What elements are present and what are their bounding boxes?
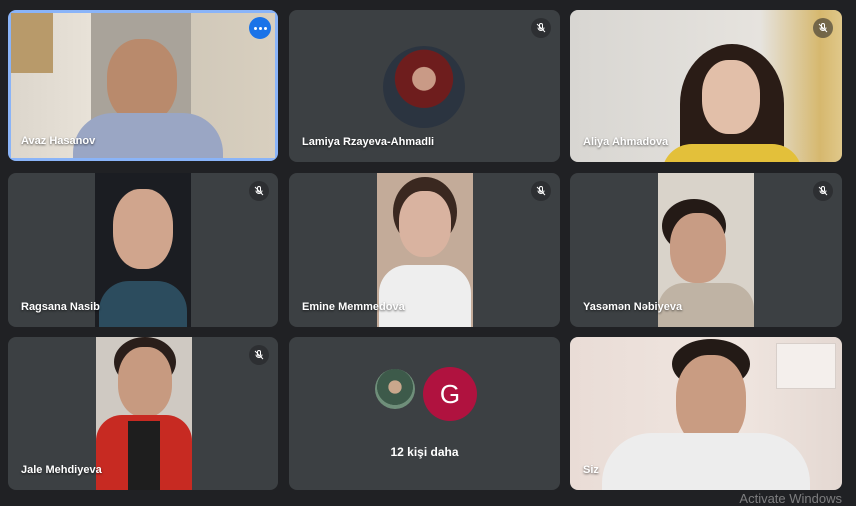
person-head [670,213,726,283]
participant-name: Emine Memmedova [302,301,405,313]
person-top [99,281,187,327]
person-head [702,60,760,134]
participant-tile-yasemen[interactable]: Yasəmən Nəbiyeva [570,173,842,327]
participant-tile-lamiya[interactable]: Lamiya Rzayeva-Ahmadli [289,10,560,162]
person-shirt [73,113,223,158]
wall-calendar [776,343,836,389]
participant-tile-jale[interactable]: Jale Mehdiyeva [8,337,278,490]
participant-tile-avaz-hasanov[interactable]: Avaz Hasanov [8,10,278,161]
windows-activation-watermark: Activate Windows [739,491,842,506]
participant-avatar [383,46,465,128]
participant-name: Siz [583,464,599,476]
participant-name: Avaz Hasanov [21,135,96,147]
participant-tile-aliya[interactable]: Aliya Ahmadova [570,10,842,162]
participant-tile-self[interactable]: Siz [570,337,842,490]
mic-off-icon [531,181,551,201]
person-shirt [379,265,471,327]
overflow-participants-tile[interactable]: G 12 kişi daha [289,337,560,490]
participant-video [95,173,191,327]
participant-name: Yasəmən Nəbiyeva [583,301,683,313]
person-top [662,144,802,162]
person-head [113,189,173,269]
participant-name: Ragsana Nasib [21,301,100,313]
mic-off-icon [249,345,269,365]
participant-tile-ragsana[interactable]: Ragsana Nasib [8,173,278,327]
participant-avatar [375,369,415,409]
mic-off-icon [813,18,833,38]
person-head [107,39,177,123]
person-head [399,191,451,257]
person-inner [128,421,160,490]
mic-off-icon [813,181,833,201]
avatar-g: G [423,367,477,421]
mic-off-icon [531,18,551,38]
person-hoodie [602,433,810,490]
shelf [11,13,53,73]
participant-tile-emine[interactable]: Emine Memmedova [289,173,560,327]
overflow-count-label: 12 kişi daha [390,445,459,459]
participant-name: Jale Mehdiyeva [21,464,102,476]
participant-name: Aliya Ahmadova [583,136,669,148]
mic-off-icon [249,181,269,201]
participant-video [570,337,842,490]
more-options-icon[interactable] [249,17,271,39]
person-head [118,347,172,417]
participant-video [96,337,192,490]
participant-name: Lamiya Rzayeva-Ahmadli [302,136,435,148]
